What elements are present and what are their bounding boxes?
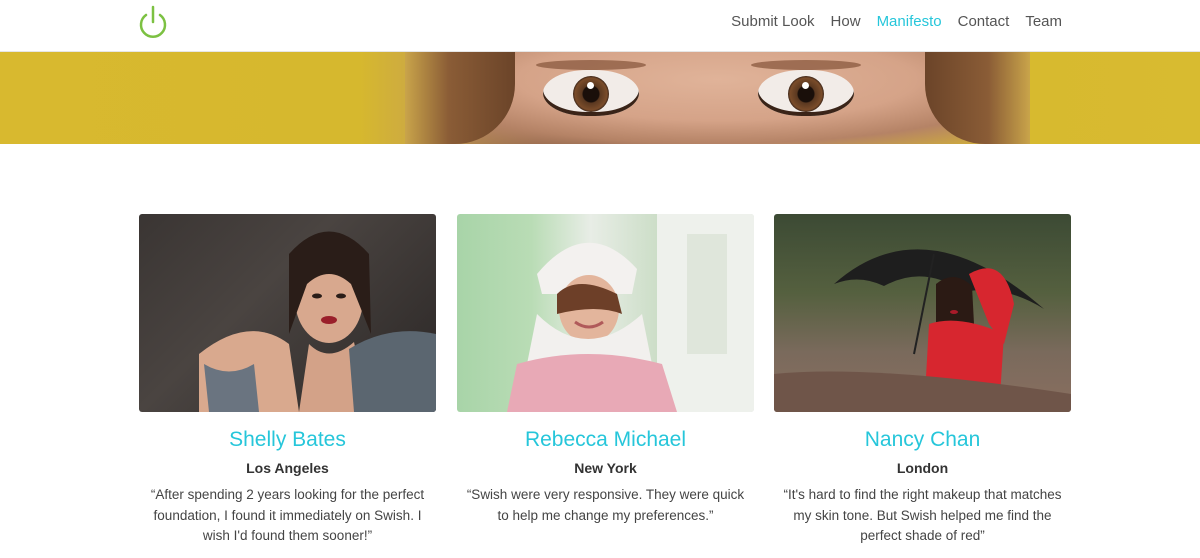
testimonial-card: Shelly Bates Los Angeles “After spending… — [139, 214, 436, 547]
nav-team[interactable]: Team — [1017, 13, 1070, 31]
main-nav: Submit Look How Manifesto Contact Team — [723, 13, 1070, 31]
testimonial-quote: “It's hard to find the right makeup that… — [783, 487, 1062, 543]
testimonial-city: New York — [574, 460, 637, 476]
navbar: Submit Look How Manifesto Contact Team — [0, 0, 1200, 52]
nav-contact[interactable]: Contact — [950, 13, 1018, 31]
testimonial-photo — [457, 214, 754, 412]
testimonial-card: Nancy Chan London “It's hard to find the… — [774, 214, 1071, 547]
testimonial-photo — [774, 214, 1071, 412]
hero-eye-right — [758, 70, 854, 116]
power-icon[interactable] — [137, 5, 169, 41]
testimonial-name: Shelly Bates — [229, 428, 346, 451]
testimonial-quote: “Swish were very responsive. They were q… — [466, 487, 745, 523]
testimonial-city: Los Angeles — [246, 460, 329, 476]
testimonial-city: London — [896, 460, 949, 476]
nav-manifesto[interactable]: Manifesto — [869, 13, 950, 31]
hero-banner — [0, 52, 1200, 144]
testimonial-photo — [139, 214, 436, 412]
nav-submit-look[interactable]: Submit Look — [723, 13, 822, 31]
nav-how[interactable]: How — [823, 13, 869, 31]
testimonial-quote: “After spending 2 years looking for the … — [150, 487, 425, 543]
hero-brow-left — [536, 60, 646, 70]
hero-eye-left — [543, 70, 639, 116]
testimonial-name: Nancy Chan — [864, 428, 981, 451]
testimonial-name: Rebecca Michael — [524, 428, 687, 451]
testimonial-card: Rebecca Michael New York “Swish were ver… — [457, 214, 754, 526]
hero-brow-right — [751, 60, 861, 70]
